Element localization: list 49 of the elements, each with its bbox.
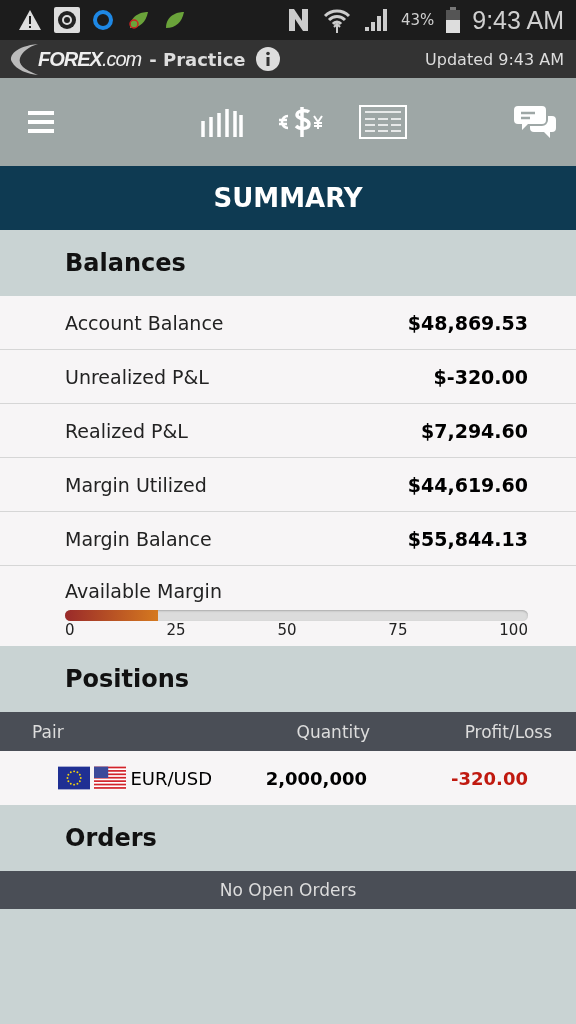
warning-icon [18, 9, 42, 31]
tick-label: 0 [65, 621, 75, 639]
chat-icon[interactable] [514, 104, 556, 140]
column-header: Profit/Loss [463, 721, 552, 742]
swoosh-icon [8, 42, 38, 76]
balance-label: Margin Utilized [65, 473, 207, 496]
info-icon[interactable] [255, 47, 280, 71]
ring-icon [92, 9, 114, 31]
position-row[interactable]: EUR/USD 2,000,000 -320.00 [0, 751, 576, 805]
tick-label: 75 [388, 621, 408, 639]
nfc-icon [286, 7, 311, 33]
pair-label: EUR/USD [130, 767, 212, 789]
tick-label: 50 [277, 621, 297, 639]
column-header: Quantity [295, 721, 370, 742]
currency-icon[interactable] [277, 104, 325, 140]
updated-time: Updated 9:43 AM [425, 49, 564, 69]
balance-value: $48,869.53 [407, 311, 528, 334]
signal-icon [362, 7, 389, 33]
app-icon [54, 7, 80, 33]
balance-label: Available Margin [65, 579, 223, 602]
battery-percent: 43% [400, 11, 435, 29]
balance-label: Margin Balance [65, 527, 212, 550]
wifi-icon [322, 7, 351, 33]
empty-message: No Open Orders [219, 880, 357, 900]
balance-label: Realized P&L [65, 419, 188, 442]
balance-value: $7,294.60 [421, 419, 528, 442]
balance-value: $-320.00 [433, 365, 528, 388]
balance-value: $55,844.13 [407, 527, 528, 550]
clock: 9:43 AM [472, 5, 564, 35]
profit-loss-value: -320.00 [450, 767, 528, 789]
bar-chart-icon[interactable] [201, 107, 243, 137]
balance-label: Unrealized P&L [65, 365, 209, 388]
news-icon[interactable] [359, 105, 407, 139]
page-title: SUMMARY [0, 166, 576, 230]
section-heading: Positions [65, 665, 190, 693]
section-heading: Balances [65, 249, 186, 277]
account-mode: - Practice [149, 48, 246, 70]
us-flag-icon [94, 766, 127, 790]
tick-label: 25 [166, 621, 186, 639]
logo: FOREX.com [38, 47, 142, 71]
eu-flag-icon [58, 766, 91, 790]
menu-icon[interactable] [28, 111, 54, 133]
balance-value: $44,619.60 [407, 473, 528, 496]
battery-icon [446, 7, 461, 33]
quantity-value: 2,000,000 [264, 767, 367, 789]
section-heading: Orders [65, 824, 157, 852]
balance-label: Account Balance [65, 311, 224, 334]
column-header: Pair [31, 721, 65, 742]
tick-label: 100 [499, 621, 528, 639]
